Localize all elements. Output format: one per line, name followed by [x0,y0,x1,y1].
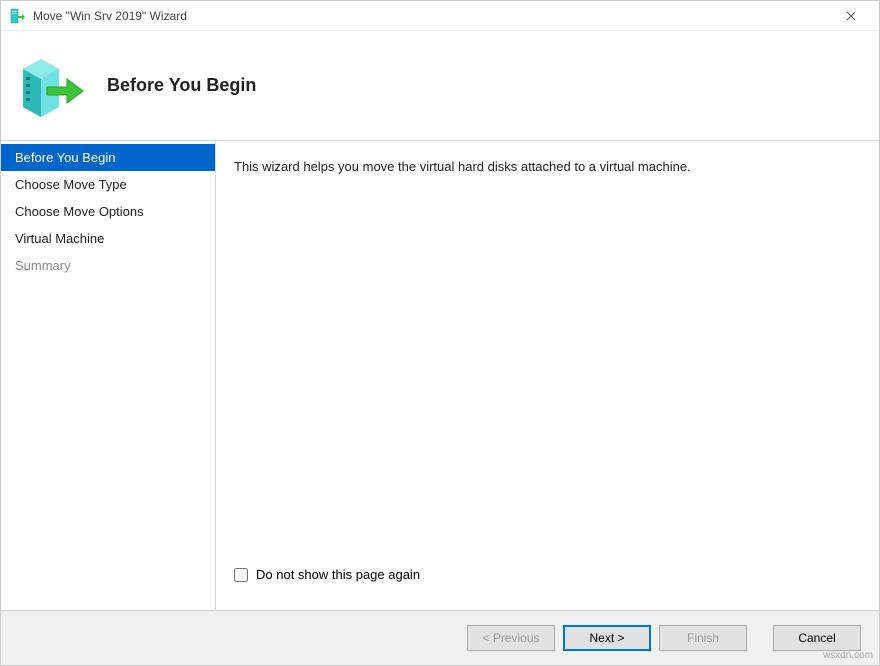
step-choose-move-type[interactable]: Choose Move Type [1,171,215,198]
wizard-header: Before You Begin [1,31,879,141]
window-title: Move "Win Srv 2019" Wizard [33,9,831,23]
server-move-icon [15,51,85,121]
cancel-button[interactable]: Cancel [773,625,861,651]
wizard-window: Move "Win Srv 2019" Wizard Befo [0,0,880,666]
watermark: wsxdn.com [823,650,873,661]
wizard-footer: < Previous Next > Finish Cancel [1,610,879,665]
wizard-body: Before You Begin Choose Move Type Choose… [1,141,879,610]
previous-button: < Previous [467,625,555,651]
step-before-you-begin[interactable]: Before You Begin [1,144,215,171]
titlebar: Move "Win Srv 2019" Wizard [1,1,879,31]
step-choose-move-options[interactable]: Choose Move Options [1,198,215,225]
skip-page-checkbox[interactable] [234,568,248,582]
close-button[interactable] [831,2,871,30]
step-virtual-machine[interactable]: Virtual Machine [1,225,215,252]
step-summary: Summary [1,252,215,279]
content-area: This wizard helps you move the virtual h… [216,141,879,610]
app-icon [9,8,25,24]
wizard-description: This wizard helps you move the virtual h… [234,159,859,174]
skip-page-row: Do not show this page again [234,567,859,582]
steps-sidebar: Before You Begin Choose Move Type Choose… [1,141,216,610]
page-title: Before You Begin [107,75,256,96]
finish-button: Finish [659,625,747,651]
next-button[interactable]: Next > [563,625,651,651]
skip-page-label[interactable]: Do not show this page again [256,567,420,582]
